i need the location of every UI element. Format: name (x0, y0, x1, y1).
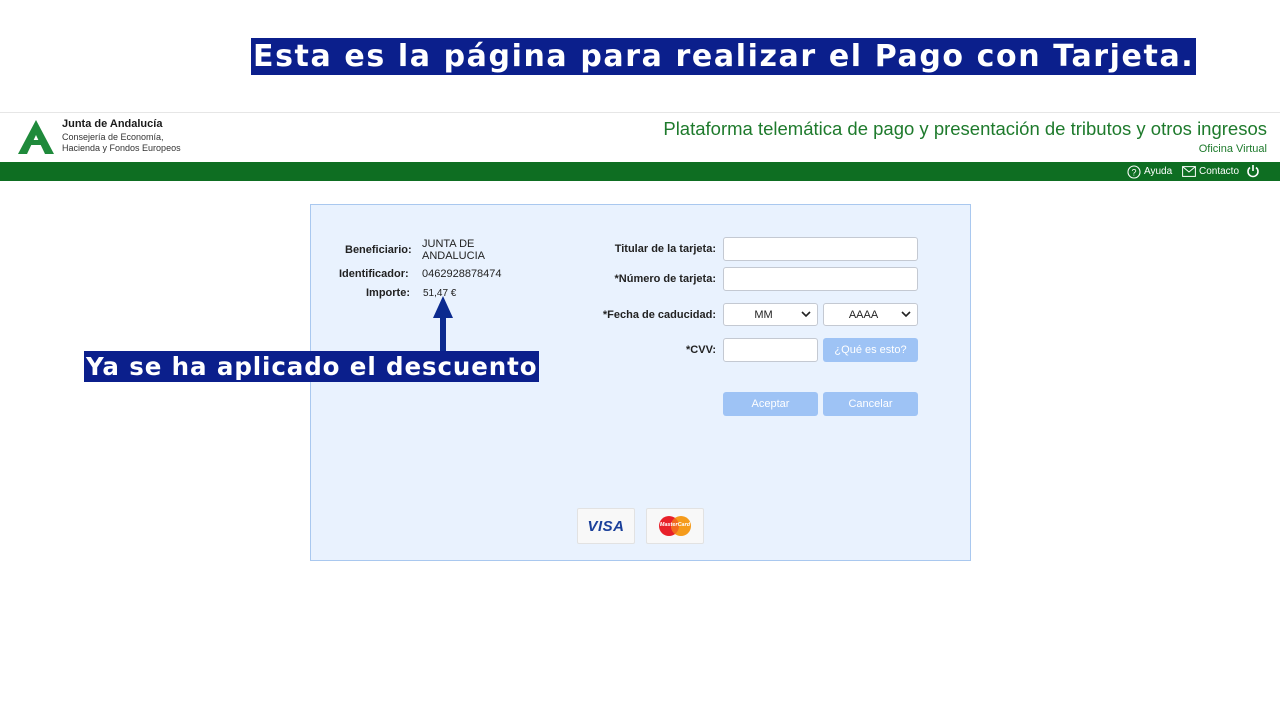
expiry-label: *Fecha de caducidad: (602, 309, 716, 321)
mastercard-logo: MasterCard (646, 508, 704, 544)
help-link[interactable]: ? Ayuda (1127, 164, 1172, 179)
mastercard-logo-text: MasterCard (659, 522, 691, 528)
card-holder-label: Titular de la tarjeta: (614, 243, 716, 255)
help-label: Ayuda (1144, 166, 1173, 177)
envelope-icon (1182, 166, 1196, 177)
power-icon (1247, 164, 1259, 177)
chevron-down-icon (901, 311, 911, 318)
cvv-label: *CVV: (686, 344, 716, 356)
cvv-input[interactable] (723, 338, 818, 362)
annotation-arrow-icon (433, 296, 453, 358)
identifier-label: Identificador: (339, 268, 409, 280)
discount-note-caption: Ya se ha aplicado el descuento (84, 351, 540, 382)
expiry-month-value: MM (754, 308, 773, 321)
beneficiary-label: Beneficiario: (345, 244, 412, 256)
svg-text:?: ? (1131, 167, 1136, 177)
platform-title: Plataforma telemática de pago y presenta… (663, 118, 1267, 139)
amount-label: Importe: (366, 287, 410, 299)
contact-link[interactable]: Contacto (1182, 164, 1239, 179)
contact-label: Contacto (1199, 166, 1240, 177)
chevron-down-icon (801, 311, 811, 318)
card-number-label: *Número de tarjeta: (614, 273, 716, 285)
help-circle-icon: ? (1127, 164, 1141, 179)
expiry-month-select[interactable]: MM (723, 303, 818, 326)
office-label: Oficina Virtual (1198, 143, 1267, 155)
card-holder-input[interactable] (723, 237, 918, 261)
org-department-line1: Consejería de Economía, (62, 132, 164, 142)
junta-andalucia-logo-icon[interactable] (16, 119, 56, 155)
visa-logo: VISA (577, 508, 635, 544)
beneficiary-value-line1: JUNTA DE (422, 238, 475, 250)
top-nav-bar: ? Ayuda Contacto (0, 162, 1280, 181)
beneficiary-value-line2: ANDALUCIA (422, 250, 485, 262)
org-name: Junta de Andalucía (62, 118, 163, 130)
cvv-help-button[interactable]: ¿Qué es esto? (823, 338, 918, 362)
slide: Esta es la página para realizar el Pago … (0, 0, 1280, 720)
visa-logo-text: VISA (587, 517, 625, 535)
logout-button[interactable] (1246, 163, 1260, 178)
site-header: Junta de Andalucía Consejería de Economí… (0, 112, 1280, 162)
expiry-year-select[interactable]: AAAA (823, 303, 918, 326)
expiry-year-value: AAAA (848, 308, 879, 321)
cancel-button[interactable]: Cancelar (823, 392, 918, 416)
accept-button[interactable]: Aceptar (723, 392, 818, 416)
payment-panel: Beneficiario: JUNTA DE ANDALUCIA Identif… (310, 204, 971, 561)
org-department-line2: Hacienda y Fondos Europeos (62, 143, 181, 153)
card-number-input[interactable] (723, 267, 918, 291)
identifier-value: 0462928878474 (422, 268, 502, 280)
instruction-caption: Esta es la página para realizar el Pago … (251, 38, 1197, 75)
